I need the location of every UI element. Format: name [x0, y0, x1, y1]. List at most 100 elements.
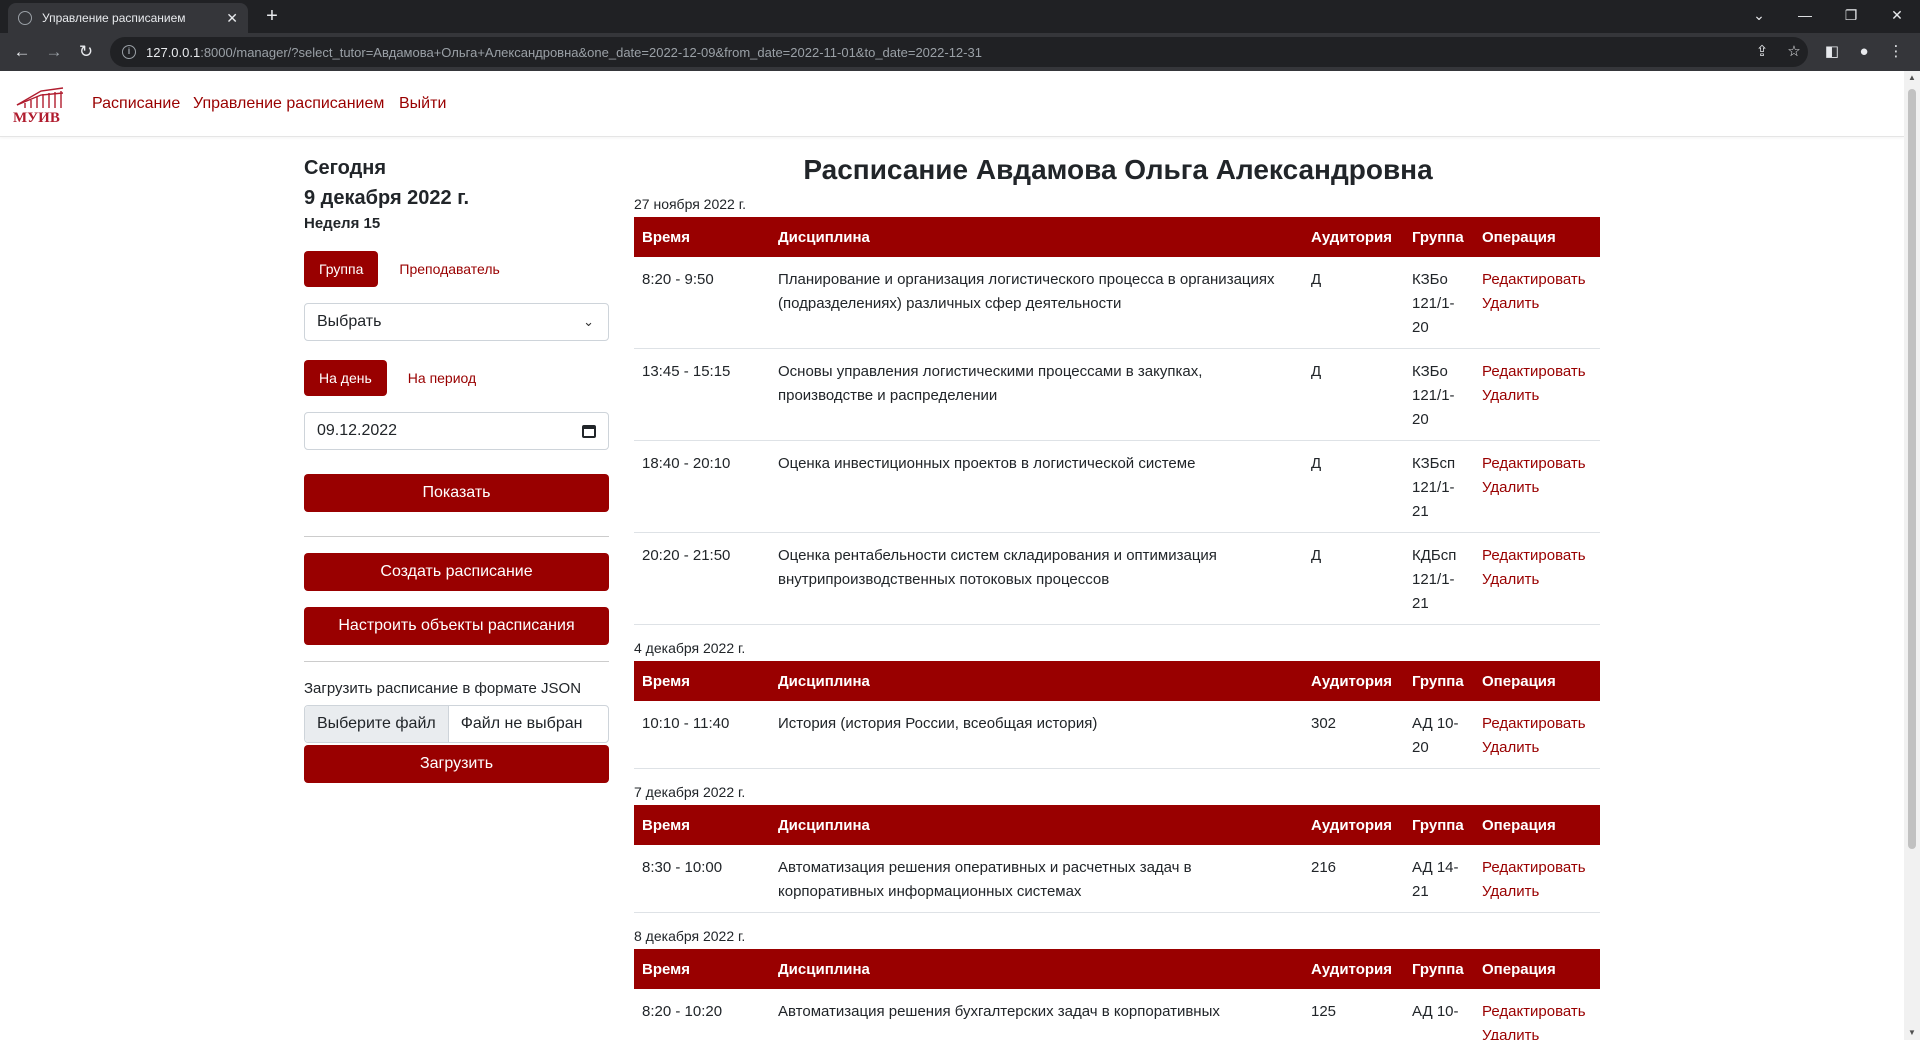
nav-link-logout[interactable]: Выйти: [399, 95, 446, 113]
day-date: 7 декабря 2022 г.: [634, 784, 746, 800]
lesson-discipline: Оценка инвестиционных проектов в логисти…: [770, 440, 1303, 533]
table-row: 8:20 - 10:20 Автоматизация решения бухгал…: [634, 989, 1600, 1040]
edit-link[interactable]: Редактировать: [1482, 268, 1592, 292]
profile-icon[interactable]: ●: [1854, 42, 1874, 62]
day-block: 7 декабря 2022 г. Время Дисциплина Аудитори…: [634, 783, 1600, 913]
edit-link[interactable]: Редактировать: [1482, 452, 1592, 476]
url-host: 127.0.0.1: [146, 44, 201, 60]
edit-link[interactable]: Редактировать: [1482, 360, 1592, 384]
share-icon[interactable]: ⇪: [1752, 42, 1772, 62]
edit-link[interactable]: Редактировать: [1482, 1000, 1592, 1024]
back-icon[interactable]: ←: [10, 40, 34, 64]
scroll-down-icon[interactable]: ▼: [1904, 1026, 1920, 1040]
nav-link-schedule[interactable]: Расписание: [92, 95, 180, 113]
table-row: 13:45 - 15:15 Основы управления логистиче…: [634, 348, 1600, 441]
column-header: Дисциплина: [770, 805, 1303, 845]
browser-tabbar: Управление расписанием ✕ + ⌄ — ❐ ✕: [0, 0, 1920, 33]
calendar-icon[interactable]: [582, 425, 596, 438]
chevron-down-icon: ⌄: [583, 314, 594, 329]
lesson-discipline: Планирование и организация логистическог…: [770, 257, 1303, 349]
day-date: 27 ноября 2022 г.: [634, 196, 746, 212]
scrollbar-thumb[interactable]: [1908, 89, 1916, 849]
column-header: Группа: [1404, 661, 1474, 701]
minimize-button[interactable]: —: [1782, 0, 1828, 33]
lesson-time: 10:10 - 11:40: [634, 701, 770, 769]
site-info-icon[interactable]: i: [122, 45, 136, 59]
delete-link[interactable]: Удалить: [1482, 476, 1592, 500]
column-header: Группа: [1404, 217, 1474, 257]
site-navbar: МУИВ Расписание Управление расписанием В…: [0, 71, 1904, 137]
schedule-table: Время Дисциплина Аудитория Группа Операция 8:…: [634, 217, 1600, 625]
muiv-logo[interactable]: МУИВ: [11, 83, 69, 126]
new-tab-button[interactable]: +: [260, 3, 284, 29]
file-status: Файл не выбран: [460, 715, 583, 732]
lesson-room: Д: [1303, 348, 1404, 441]
edit-link[interactable]: Редактировать: [1482, 544, 1592, 568]
bookmark-star-icon[interactable]: ☆: [1784, 42, 1804, 62]
browser-tab[interactable]: Управление расписанием ✕: [8, 3, 248, 33]
column-header: Аудитория: [1303, 661, 1404, 701]
show-button[interactable]: Показать: [304, 474, 609, 512]
range-tabs: На день На период: [304, 360, 609, 396]
lesson-operations: Редактировать Удалить: [1474, 348, 1600, 441]
divider: [304, 536, 609, 537]
delete-link[interactable]: Удалить: [1482, 384, 1592, 408]
file-input[interactable]: Выберите файл Файл не выбран: [304, 705, 609, 743]
nav-link-manage-schedule[interactable]: Управление расписанием: [193, 95, 384, 113]
entity-select[interactable]: Выбрать ⌄: [304, 303, 609, 341]
page-title: Расписание Авдамова Ольга Александровна: [803, 154, 1433, 185]
address-bar[interactable]: i 127.0.0.1:8000/manager/?select_tutor=А…: [110, 37, 1808, 67]
reload-icon[interactable]: ↻: [74, 40, 98, 64]
schedule-main: Расписание Авдамова Ольга Александровна …: [634, 153, 1600, 1040]
delete-link[interactable]: Удалить: [1482, 568, 1592, 592]
sidepanel-icon[interactable]: ◧: [1822, 42, 1842, 62]
lesson-time: 8:30 - 10:00: [634, 845, 770, 913]
lesson-operations: Редактировать Удалить: [1474, 257, 1600, 349]
configure-objects-button[interactable]: Настроить объекты расписания: [304, 607, 609, 645]
upload-button[interactable]: Загрузить: [304, 745, 609, 783]
day-block: 8 декабря 2022 г. Время Дисциплина Аудитори…: [634, 927, 1600, 1040]
tab-group[interactable]: Группа: [304, 251, 379, 287]
column-header: Группа: [1404, 805, 1474, 845]
delete-link[interactable]: Удалить: [1482, 736, 1592, 760]
lesson-operations: Редактировать Удалить: [1474, 845, 1600, 913]
restore-button[interactable]: ❐: [1828, 0, 1874, 33]
close-tab-icon[interactable]: ✕: [226, 10, 238, 27]
menu-icon[interactable]: ⋮: [1886, 42, 1906, 62]
schedule-days: 27 ноября 2022 г. Время Дисциплина Аудитори…: [634, 195, 1600, 1040]
delete-link[interactable]: Удалить: [1482, 292, 1592, 316]
page: МУИВ Расписание Управление расписанием В…: [0, 71, 1904, 1040]
forward-icon[interactable]: →: [42, 40, 66, 64]
scroll-up-icon[interactable]: ▲: [1904, 71, 1920, 85]
lesson-group: АД 10-: [1404, 989, 1474, 1040]
schedule-table: Время Дисциплина Аудитория Группа Операция 10…: [634, 661, 1600, 769]
lesson-room: 216: [1303, 845, 1404, 913]
page-scrollbar[interactable]: ▲ ▼: [1904, 71, 1920, 1040]
column-header: Дисциплина: [770, 661, 1303, 701]
url-path: :8000/manager/?select_tutor=Авдамова+Оль…: [200, 44, 982, 60]
tab-search-icon[interactable]: ⌄: [1736, 0, 1782, 33]
delete-link[interactable]: Удалить: [1482, 880, 1592, 904]
table-row: 10:10 - 11:40 История (история России, вс…: [634, 701, 1600, 769]
week-number: Неделя 15: [304, 215, 381, 232]
column-header: Дисциплина: [770, 949, 1303, 989]
lesson-discipline: Оценка рентабельности систем складирован…: [770, 532, 1303, 625]
lesson-time: 8:20 - 10:20: [634, 989, 770, 1040]
column-header: Время: [634, 661, 770, 701]
date-field[interactable]: 09.12.2022: [304, 412, 609, 450]
tab-day[interactable]: На день: [304, 360, 387, 396]
lesson-discipline: Основы управления логистическими процесс…: [770, 348, 1303, 441]
edit-link[interactable]: Редактировать: [1482, 712, 1592, 736]
svg-text:МУИВ: МУИВ: [13, 110, 60, 125]
choose-file-button[interactable]: Выберите файл: [305, 706, 449, 742]
edit-link[interactable]: Редактировать: [1482, 856, 1592, 880]
delete-link[interactable]: Удалить: [1482, 1024, 1592, 1040]
lesson-time: 20:20 - 21:50: [634, 532, 770, 625]
create-schedule-button[interactable]: Создать расписание: [304, 553, 609, 591]
close-window-button[interactable]: ✕: [1874, 0, 1920, 33]
table-row: 20:20 - 21:50 Оценка рентабельности систе…: [634, 532, 1600, 625]
column-header: Время: [634, 217, 770, 257]
tab-period[interactable]: На период: [393, 360, 491, 396]
lesson-room: Д: [1303, 440, 1404, 533]
tab-tutor[interactable]: Преподаватель: [384, 251, 514, 287]
